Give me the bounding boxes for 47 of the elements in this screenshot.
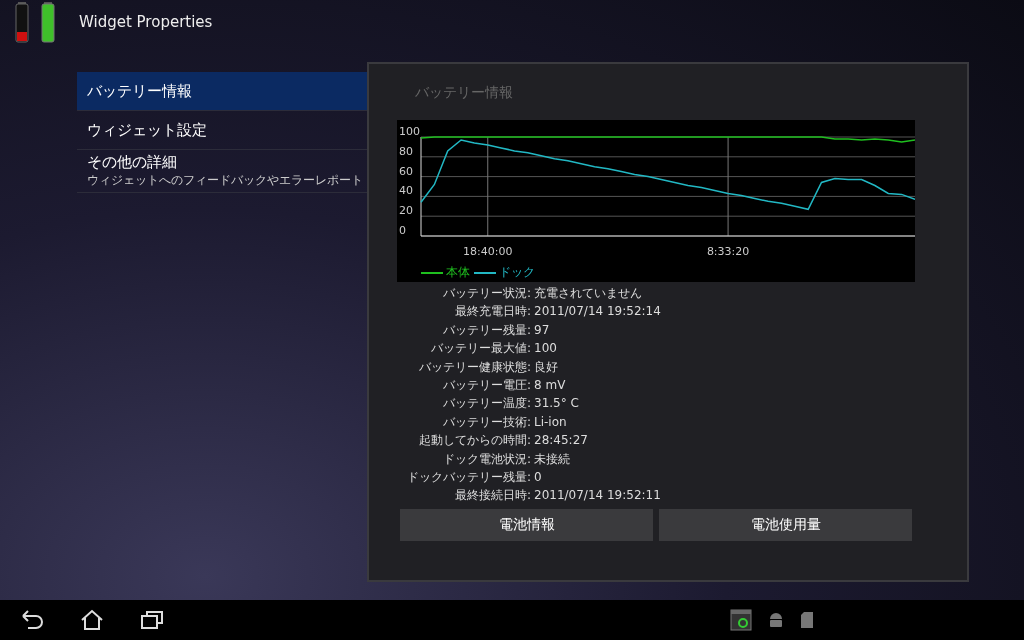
info-value: 28:45:27 bbox=[533, 432, 589, 450]
info-value: 31.5° C bbox=[533, 395, 580, 413]
info-value: 2011/07/14 19:52:14 bbox=[533, 303, 662, 321]
info-value: 0 bbox=[533, 469, 543, 487]
legend-label: 本体 bbox=[446, 264, 470, 281]
home-icon[interactable] bbox=[80, 609, 104, 631]
info-label: 起動してからの時間: bbox=[417, 432, 531, 450]
info-label: バッテリー状況: bbox=[441, 285, 531, 302]
info-label: ドックバッテリー残量: bbox=[405, 469, 531, 487]
info-label: 最終充電日時: bbox=[453, 303, 531, 321]
x-tick-label: 8:33:20 bbox=[706, 245, 750, 258]
android-icon[interactable] bbox=[768, 611, 784, 629]
item-subtitle: ウィジェットへのフィードバックやエラーレポート bbox=[87, 172, 364, 189]
item-title: その他の詳細 bbox=[87, 153, 178, 172]
info-label: バッテリー残量: bbox=[441, 321, 531, 339]
action-button[interactable]: 電池使用量 bbox=[659, 508, 912, 541]
info-value: 97 bbox=[533, 321, 551, 339]
y-tick-label: 0 bbox=[399, 224, 406, 237]
info-label: バッテリー健康状態: bbox=[417, 358, 531, 376]
screenshot-icon[interactable] bbox=[730, 609, 752, 631]
y-tick-label: 60 bbox=[399, 164, 413, 178]
info-value: 充電されていません bbox=[533, 285, 643, 302]
info-value: 100 bbox=[533, 340, 558, 358]
info-label: 最終接続日時: bbox=[453, 487, 531, 505]
sd-card-icon[interactable] bbox=[800, 611, 814, 629]
y-tick-label: 20 bbox=[399, 204, 413, 218]
panel-heading: バッテリー情報 bbox=[415, 84, 514, 102]
recent-apps-icon[interactable] bbox=[140, 610, 164, 630]
sidebar-item[interactable]: バッテリー情報 bbox=[77, 72, 367, 111]
action-button[interactable]: 電池情報 bbox=[400, 508, 653, 541]
x-tick-label: 18:40:00 bbox=[463, 245, 513, 258]
info-label: バッテリー最大値: bbox=[429, 340, 531, 358]
info-label: バッテリー技術: bbox=[441, 413, 531, 431]
info-label: ドック電池状況: bbox=[441, 450, 531, 468]
info-label: バッテリー電圧: bbox=[441, 377, 531, 395]
window-title: Widget Properties bbox=[79, 13, 213, 31]
info-value: 未接続 bbox=[533, 450, 571, 468]
info-value: 2011/07/14 19:52:11 bbox=[533, 487, 662, 505]
info-label: バッテリー温度: bbox=[441, 395, 531, 413]
y-tick-label: 100 bbox=[399, 125, 420, 138]
info-value: 良好 bbox=[533, 358, 559, 376]
info-value: Li-ion bbox=[533, 413, 568, 431]
y-tick-label: 80 bbox=[399, 144, 413, 158]
y-tick-label: 40 bbox=[399, 184, 413, 198]
back-icon[interactable] bbox=[20, 610, 44, 630]
legend-label: ドック bbox=[499, 264, 535, 281]
info-value: 8 mV bbox=[533, 377, 567, 395]
